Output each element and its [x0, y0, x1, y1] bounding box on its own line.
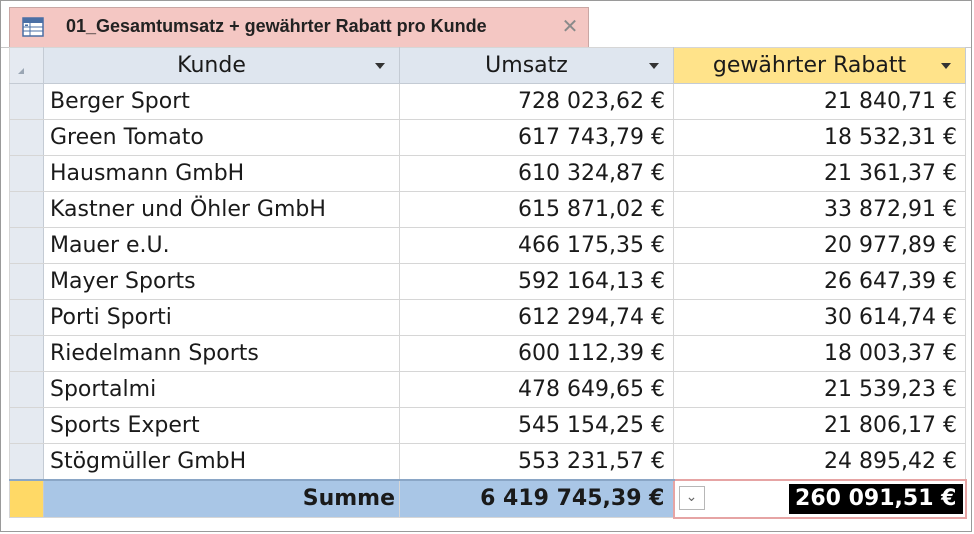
cell-umsatz[interactable]: 610 324,87 €	[399, 155, 674, 192]
cell-rabatt[interactable]: 21 806,17 €	[673, 407, 966, 444]
cell-kunde[interactable]: Green Tomato	[43, 119, 400, 156]
datasheet-grid: Kunde Umsatz gewährter Rabatt Berger Spo…	[9, 47, 967, 527]
cell-rabatt[interactable]: 26 647,39 €	[673, 263, 966, 300]
cell-kunde[interactable]: Kastner und Öhler GmbH	[43, 191, 400, 228]
datasheet-window: 01_Gesamtumsatz + gewährter Rabatt pro K…	[0, 0, 972, 532]
table-row[interactable]: Sportalmi 478 649,65 € 21 539,23 €	[9, 371, 966, 408]
cell-umsatz[interactable]: 617 743,79 €	[399, 119, 674, 156]
record-selector[interactable]	[9, 263, 44, 300]
cell-kunde[interactable]: Berger Sport	[43, 83, 400, 120]
close-icon[interactable]: ✕	[558, 14, 582, 38]
table-row[interactable]: Porti Sporti 612 294,74 € 30 614,74 €	[9, 299, 966, 336]
column-header-kunde[interactable]: Kunde	[43, 47, 400, 84]
table-row[interactable]: Sports Expert 545 154,25 € 21 806,17 €	[9, 407, 966, 444]
totals-umsatz[interactable]: 6 419 745,39 €	[399, 478, 674, 518]
header-row: Kunde Umsatz gewährter Rabatt	[9, 47, 966, 84]
table-row[interactable]: Mayer Sports 592 164,13 € 26 647,39 €	[9, 263, 966, 300]
cell-kunde[interactable]: Stögmüller GmbH	[43, 443, 400, 480]
column-header-label: gewährter Rabatt	[712, 53, 907, 78]
table-row[interactable]: Berger Sport 728 023,62 € 21 840,71 €	[9, 83, 966, 120]
table-row[interactable]: Stögmüller GmbH 553 231,57 € 24 895,42 €	[9, 443, 966, 480]
column-header-label: Umsatz	[485, 53, 568, 78]
select-all-cell[interactable]	[9, 47, 44, 84]
query-icon	[22, 17, 44, 37]
record-selector[interactable]	[9, 335, 44, 372]
record-selector[interactable]	[9, 407, 44, 444]
totals-label: Summe	[43, 478, 400, 518]
record-selector[interactable]	[9, 443, 44, 480]
tab-title: 01_Gesamtumsatz + gewährter Rabatt pro K…	[66, 16, 487, 36]
cell-kunde[interactable]: Hausmann GmbH	[43, 155, 400, 192]
filter-dropdown-icon[interactable]	[941, 63, 951, 69]
cell-umsatz[interactable]: 553 231,57 €	[399, 443, 674, 480]
table-row[interactable]: Hausmann GmbH 610 324,87 € 21 361,37 €	[9, 155, 966, 192]
totals-row: Summe 6 419 745,39 € ⌄ 260 091,51 €	[9, 478, 967, 519]
cell-umsatz[interactable]: 466 175,35 €	[399, 227, 674, 264]
select-all-corner-icon	[18, 68, 24, 74]
table-row[interactable]: Riedelmann Sports 600 112,39 € 18 003,37…	[9, 335, 966, 372]
record-selector[interactable]	[9, 119, 44, 156]
column-header-label: Kunde	[177, 53, 246, 78]
cell-rabatt[interactable]: 21 361,37 €	[673, 155, 966, 192]
cell-rabatt[interactable]: 33 872,91 €	[673, 191, 966, 228]
document-tab-bar: 01_Gesamtumsatz + gewährter Rabatt pro K…	[1, 1, 971, 48]
table-row[interactable]: Green Tomato 617 743,79 € 18 532,31 €	[9, 119, 966, 156]
filter-dropdown-icon[interactable]	[375, 63, 385, 69]
table-row[interactable]: Mauer e.U. 466 175,35 € 20 977,89 €	[9, 227, 966, 264]
cell-kunde[interactable]: Sportalmi	[43, 371, 400, 408]
cell-kunde[interactable]: Riedelmann Sports	[43, 335, 400, 372]
record-selector[interactable]	[9, 191, 44, 228]
cell-rabatt[interactable]: 30 614,74 €	[673, 299, 966, 336]
cell-rabatt[interactable]: 24 895,42 €	[673, 443, 966, 480]
cell-rabatt[interactable]: 20 977,89 €	[673, 227, 966, 264]
cell-kunde[interactable]: Sports Expert	[43, 407, 400, 444]
cell-rabatt[interactable]: 21 539,23 €	[673, 371, 966, 408]
record-selector[interactable]	[9, 371, 44, 408]
cell-umsatz[interactable]: 600 112,39 €	[399, 335, 674, 372]
record-selector[interactable]	[9, 227, 44, 264]
cell-rabatt[interactable]: 18 003,37 €	[673, 335, 966, 372]
cell-kunde[interactable]: Porti Sporti	[43, 299, 400, 336]
record-selector[interactable]	[9, 83, 44, 120]
column-header-umsatz[interactable]: Umsatz	[399, 47, 674, 84]
cell-umsatz[interactable]: 478 649,65 €	[399, 371, 674, 408]
cell-kunde[interactable]: Mayer Sports	[43, 263, 400, 300]
column-header-rabatt[interactable]: gewährter Rabatt	[673, 47, 966, 84]
cell-rabatt[interactable]: 21 840,71 €	[673, 83, 966, 120]
totals-rabatt[interactable]: 260 091,51 €	[789, 483, 963, 514]
filter-dropdown-icon[interactable]	[649, 63, 659, 69]
document-tab[interactable]: 01_Gesamtumsatz + gewährter Rabatt pro K…	[9, 7, 589, 47]
cell-umsatz[interactable]: 728 023,62 €	[399, 83, 674, 120]
cell-umsatz[interactable]: 592 164,13 €	[399, 263, 674, 300]
cell-umsatz[interactable]: 545 154,25 €	[399, 407, 674, 444]
query-results-table: Kunde Umsatz gewährter Rabatt Berger Spo…	[9, 47, 967, 519]
totals-record-selector[interactable]	[9, 478, 44, 518]
cell-umsatz[interactable]: 612 294,74 €	[399, 299, 674, 336]
cell-rabatt[interactable]: 18 532,31 €	[673, 119, 966, 156]
table-row[interactable]: Kastner und Öhler GmbH 615 871,02 € 33 8…	[9, 191, 966, 228]
record-selector[interactable]	[9, 155, 44, 192]
totals-rabatt-combo[interactable]: ⌄ 260 091,51 €	[672, 478, 967, 519]
chevron-down-icon[interactable]: ⌄	[678, 485, 705, 510]
cell-umsatz[interactable]: 615 871,02 €	[399, 191, 674, 228]
record-selector[interactable]	[9, 299, 44, 336]
cell-kunde[interactable]: Mauer e.U.	[43, 227, 400, 264]
